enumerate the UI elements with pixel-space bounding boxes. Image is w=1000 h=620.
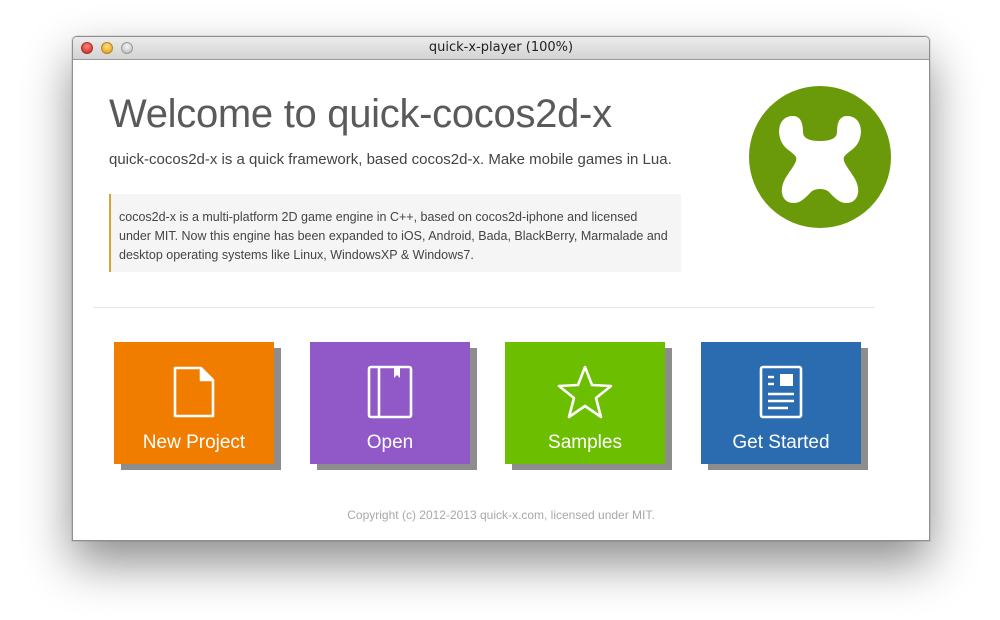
- description-block: cocos2d-x is a multi-platform 2D game en…: [109, 194, 681, 272]
- page-subtitle: quick-cocos2d-x is a quick framework, ba…: [109, 151, 672, 168]
- tile-samples-wrapper: Samples: [505, 342, 672, 470]
- welcome-page: Welcome to quick-cocos2d-x quick-cocos2d…: [73, 60, 929, 540]
- quick-x-logo-icon: [749, 86, 891, 228]
- tile-new-project-wrapper: New Project: [114, 342, 281, 470]
- article-icon: [759, 365, 803, 419]
- section-divider: [93, 307, 875, 308]
- book-icon: [367, 365, 413, 419]
- samples-label: Samples: [548, 432, 622, 453]
- tile-open-wrapper: Open: [310, 342, 477, 470]
- get-started-button[interactable]: Get Started: [701, 342, 861, 464]
- star-icon: [557, 365, 613, 419]
- open-label: Open: [366, 432, 414, 453]
- copyright-footer: Copyright (c) 2012-2013 quick-x.com, lic…: [347, 508, 655, 522]
- page-title: Welcome to quick-cocos2d-x: [109, 92, 612, 136]
- window-title: quick-x-player (100%): [428, 40, 574, 55]
- title-bar: quick-x-player (100%): [73, 37, 929, 60]
- new-project-button[interactable]: New Project: [114, 342, 274, 464]
- tile-get-started-wrapper: Get Started: [701, 342, 868, 470]
- app-window: quick-x-player (100%) Welcome to quick-c…: [72, 36, 930, 541]
- get-started-label: Get Started: [732, 432, 830, 453]
- open-button[interactable]: Open: [310, 342, 470, 464]
- document-icon: [173, 366, 215, 418]
- new-project-label: New Project: [142, 432, 246, 453]
- samples-button[interactable]: Samples: [505, 342, 665, 464]
